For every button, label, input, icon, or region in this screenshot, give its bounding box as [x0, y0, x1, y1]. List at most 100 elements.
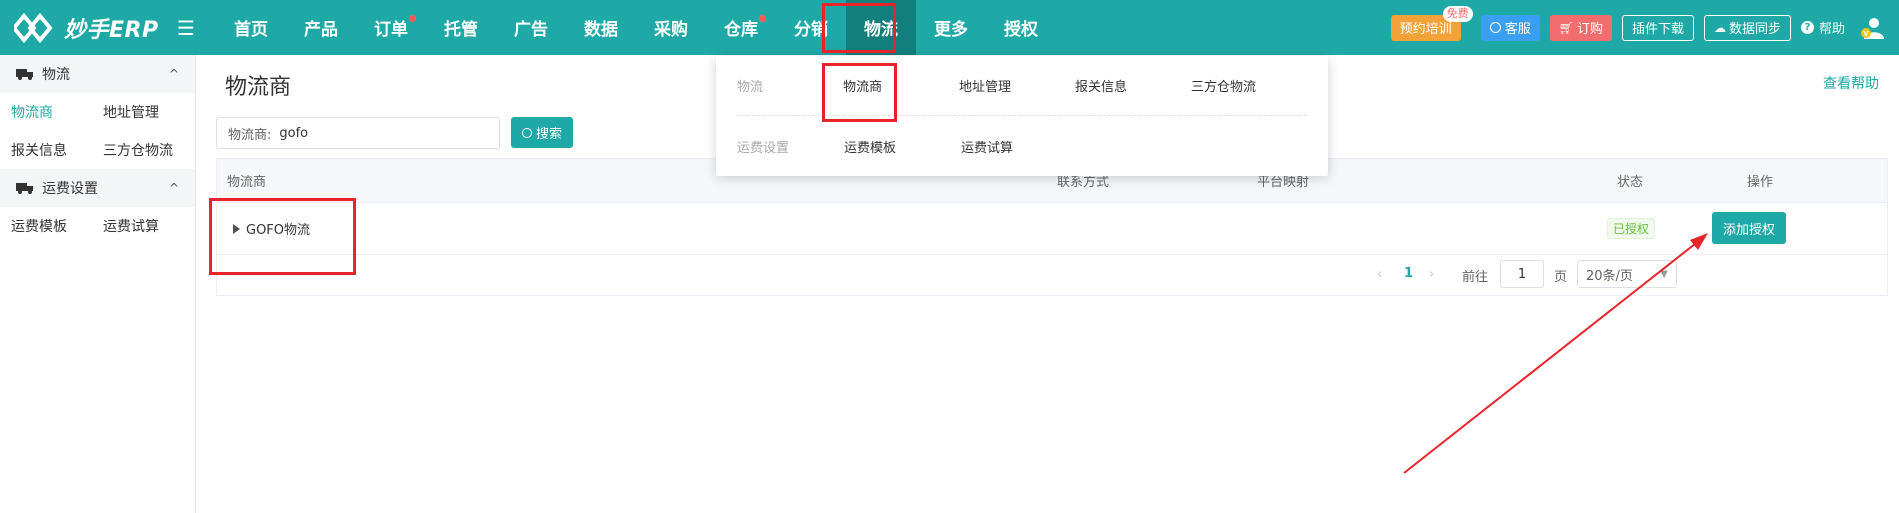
nav-item-label: 采购: [654, 20, 688, 40]
menu-item-freight-template[interactable]: 运费模板: [844, 137, 961, 156]
avatar[interactable]: V: [1859, 15, 1885, 41]
add-authorization-label: 添加授权: [1723, 222, 1776, 238]
help-link[interactable]: ? 帮助: [1800, 18, 1845, 37]
nav-item-label: 数据: [584, 20, 618, 40]
sidebar-group-label: 运费设置: [42, 181, 98, 197]
sidebar-item-logistics-provider[interactable]: 物流商: [0, 102, 92, 122]
goto-label: 前往: [1462, 270, 1489, 285]
sidebar-group-freight[interactable]: 运费设置 ^: [0, 169, 195, 207]
nav-item-label: 首页: [234, 20, 268, 40]
page-size-select[interactable]: 20条/页 ▼: [1577, 260, 1677, 288]
svg-text:V: V: [1863, 30, 1869, 38]
menu-toggle-icon[interactable]: ☰: [174, 16, 198, 40]
nav-item-more[interactable]: 更多: [916, 0, 986, 55]
plugin-label: 插件下载: [1631, 22, 1684, 37]
notification-dot: [409, 15, 416, 22]
dropdown-row: 物流 物流商 地址管理 报关信息 三方仓物流: [737, 56, 1307, 116]
next-page-icon[interactable]: ›: [1429, 267, 1434, 282]
nav-item-distribution[interactable]: 分销: [776, 0, 846, 55]
header-status: 状态: [1617, 175, 1644, 190]
nav-item-label: 更多: [934, 20, 968, 40]
header-ops: 操作: [1747, 175, 1774, 190]
dropdown-row: 运费设置 运费模板 运费试算: [737, 116, 1307, 176]
sidebar-group-label: 物流: [42, 67, 70, 83]
free-badge: 免费: [1442, 5, 1473, 22]
view-help-link[interactable]: 查看帮助: [1823, 73, 1879, 93]
prev-page-icon[interactable]: ‹: [1377, 267, 1382, 282]
nav-item-authorize[interactable]: 授权: [986, 0, 1056, 55]
main-nav: 首页 产品 订单 托管 广告 数据 采购 仓库 分销 物流 更多 授权: [216, 0, 1056, 55]
nav-item-hosting[interactable]: 托管: [426, 0, 496, 55]
sidebar-item-freight-template[interactable]: 运费模板: [0, 216, 92, 236]
nav-item-warehouse[interactable]: 仓库: [706, 0, 776, 55]
search-button-label: 搜索: [535, 127, 562, 142]
service-label: 客服: [1504, 22, 1531, 37]
page-jump-input[interactable]: [1500, 260, 1544, 288]
sidebar-item-freight-calc[interactable]: 运费试算: [92, 216, 184, 236]
menu-item-address[interactable]: 地址管理: [959, 76, 1075, 95]
header-tools: 预约培训 免费 客服 🛒︎ 订购 插件下载 ☁ 数据同步 ? 帮助 V: [1390, 0, 1899, 55]
nav-item-label: 订单: [374, 20, 408, 40]
page-title: 物流商: [225, 75, 292, 100]
customer-service-button[interactable]: 客服: [1480, 14, 1540, 41]
notification-dot: [759, 15, 766, 22]
nav-item-ads[interactable]: 广告: [496, 0, 566, 55]
nav-item-label: 分销: [794, 20, 828, 40]
table-row: GOFO物流 已授权 添加授权: [217, 203, 1887, 255]
sync-label: 数据同步: [1728, 22, 1781, 37]
menu-item-customs[interactable]: 报关信息: [1075, 76, 1191, 95]
search-input[interactable]: [279, 125, 460, 141]
logo[interactable]: 妙手ERP: [14, 12, 164, 44]
page-unit-label: 页: [1554, 270, 1568, 285]
menu-item-logistics-provider[interactable]: 物流商: [843, 76, 959, 95]
nav-item-order[interactable]: 订单: [356, 0, 426, 55]
header-name: 物流商: [227, 175, 267, 190]
nav-item-data[interactable]: 数据: [566, 0, 636, 55]
menu-item-freight-calc[interactable]: 运费试算: [961, 137, 1078, 156]
nav-item-home[interactable]: 首页: [216, 0, 286, 55]
search-field[interactable]: 物流商:: [216, 117, 500, 149]
chevron-up-icon[interactable]: ^: [169, 67, 179, 81]
chevron-up-icon[interactable]: ^: [169, 181, 179, 195]
logistics-dropdown-menu: 物流 物流商 地址管理 报关信息 三方仓物流 运费设置 运费模板 运费试算: [716, 56, 1328, 176]
expand-triangle-icon[interactable]: [233, 223, 240, 234]
sidebar-group-logistics[interactable]: 物流 ^: [0, 55, 195, 93]
help-label: 帮助: [1818, 22, 1845, 37]
chevron-down-icon: ▼: [1660, 268, 1668, 280]
subscribe-button[interactable]: 🛒︎ 订购: [1549, 14, 1612, 41]
nav-item-label: 产品: [304, 20, 338, 40]
nav-item-product[interactable]: 产品: [286, 0, 356, 55]
sidebar: 物流 ^ 物流商 地址管理 报关信息 三方仓物流 运费设置 ^ 运费模板 运费试…: [0, 55, 196, 513]
nav-item-label: 仓库: [724, 20, 758, 40]
truck-icon: [16, 183, 33, 194]
page-size-value: 20条/页: [1586, 268, 1633, 284]
add-authorization-button[interactable]: 添加授权: [1712, 212, 1787, 244]
menu-item-3pl[interactable]: 三方仓物流: [1191, 76, 1307, 95]
pagination: ‹ 1 › 前往 页 20条/页 ▼: [217, 255, 1887, 295]
provider-table: 物流商 联系方式 平台映射 状态 操作 GOFO物流 已授权 添加授权 ‹ 1 …: [216, 158, 1888, 296]
training-button[interactable]: 预约培训 免费: [1390, 5, 1473, 41]
provider-name-cell[interactable]: GOFO物流: [233, 219, 310, 238]
search-icon: [521, 127, 532, 138]
nav-item-logistics[interactable]: 物流: [846, 0, 916, 55]
truck-icon: [16, 69, 33, 80]
nav-item-purchase[interactable]: 采购: [636, 0, 706, 55]
page-number[interactable]: 1: [1404, 266, 1413, 281]
cloud-icon: ☁: [1713, 20, 1726, 35]
data-sync-button[interactable]: ☁ 数据同步: [1703, 14, 1791, 41]
sidebar-row: 运费模板 运费试算: [0, 207, 195, 245]
top-bar: 妙手ERP ☰ 首页 产品 订单 托管 广告 数据 采购 仓库 分销 物流 更多…: [0, 0, 1899, 55]
search-button[interactable]: 搜索: [511, 117, 573, 148]
sidebar-row: 物流商 地址管理: [0, 93, 195, 131]
nav-item-label: 物流: [864, 20, 898, 40]
subscribe-label: 订购: [1576, 22, 1603, 37]
sidebar-item-address[interactable]: 地址管理: [92, 102, 184, 122]
plugin-download-button[interactable]: 插件下载: [1621, 14, 1694, 41]
sidebar-item-3pl[interactable]: 三方仓物流: [92, 140, 184, 160]
dropdown-category: 运费设置: [737, 140, 790, 156]
provider-name: GOFO物流: [246, 223, 311, 238]
logo-text: 妙手ERP: [64, 17, 159, 43]
cart-icon: 🛒︎: [1558, 20, 1574, 35]
status-badge: 已授权: [1607, 218, 1656, 239]
sidebar-item-customs[interactable]: 报关信息: [0, 140, 92, 160]
